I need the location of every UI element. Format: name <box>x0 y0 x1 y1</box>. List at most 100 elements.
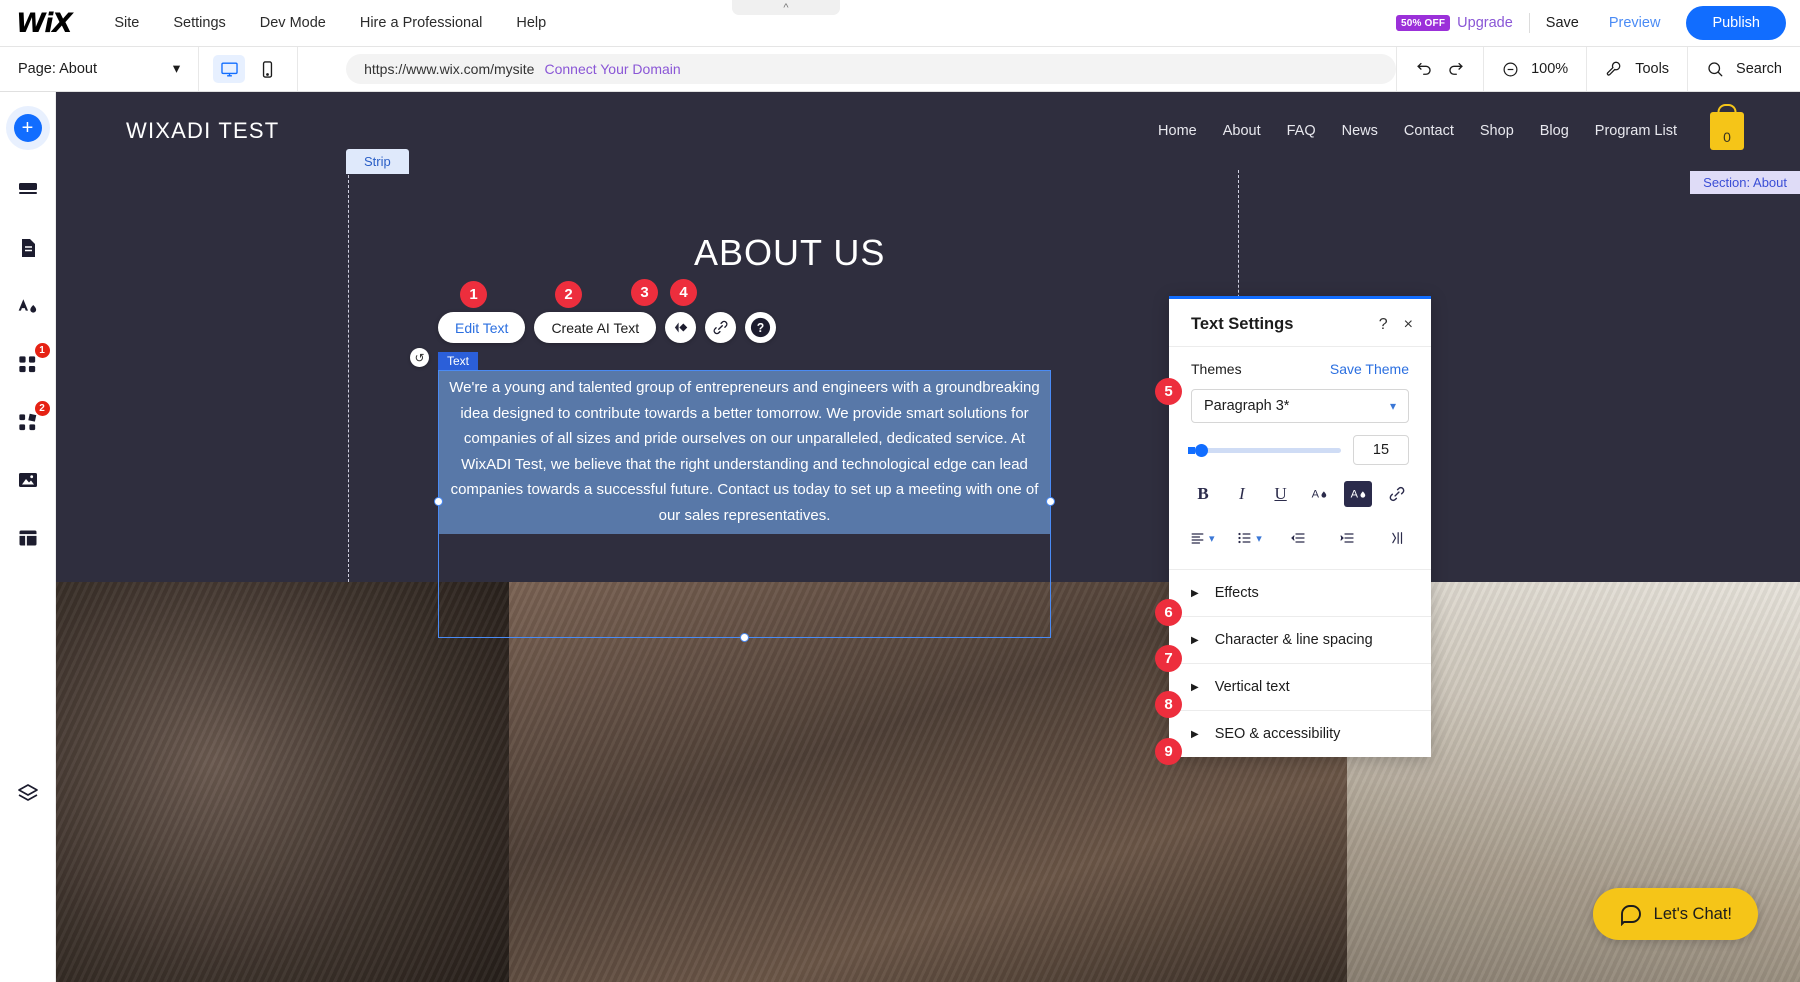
font-size-row: 15 <box>1169 423 1431 465</box>
strip-badge[interactable]: Strip <box>346 149 409 174</box>
edit-text-button[interactable]: Edit Text <box>438 312 526 343</box>
accordion-vertical-text[interactable]: ▶ Vertical text <box>1169 663 1431 710</box>
sidebar-item-pages[interactable] <box>6 226 50 270</box>
panel-title: Text Settings <box>1191 315 1294 333</box>
close-icon[interactable]: × <box>1404 316 1413 334</box>
wix-logo[interactable]: WiX <box>16 8 73 39</box>
sidebar-item-media[interactable] <box>6 458 50 502</box>
help-icon[interactable]: ? <box>745 312 777 343</box>
theme-select[interactable]: Paragraph 3* ▾ <box>1191 389 1409 423</box>
marker-7: 7 <box>1155 645 1182 672</box>
menu-item-dev-mode[interactable]: Dev Mode <box>243 15 343 31</box>
highlight-color-button[interactable]: A <box>1344 481 1373 507</box>
page-selector[interactable]: Page: About ▾ <box>0 47 200 91</box>
accordion-effects[interactable]: ▶ Effects <box>1169 569 1431 616</box>
themes-row: Themes Save Theme <box>1169 347 1431 383</box>
sidebar-item-integrations[interactable]: 2 <box>6 400 50 444</box>
paragraph-format-toolbar: ▾ ▾ <box>1169 521 1431 569</box>
marker-8: 8 <box>1155 691 1182 718</box>
menu-item-hire-a-professional[interactable]: Hire a Professional <box>343 15 500 31</box>
bold-button[interactable]: B <box>1189 481 1217 507</box>
editor-toolbar: Page: About ▾ https://www.wix.com/mysite… <box>0 47 1800 92</box>
chevron-right-icon: ▶ <box>1191 587 1199 599</box>
sidebar-item-layers[interactable] <box>6 772 50 816</box>
mobile-view-button[interactable] <box>251 55 283 83</box>
nav-link-program-list[interactable]: Program List <box>1582 123 1690 139</box>
animation-icon[interactable] <box>665 312 697 343</box>
preview-button[interactable]: Preview <box>1609 15 1661 31</box>
resize-handle-right[interactable] <box>1046 497 1055 506</box>
chat-label: Let's Chat! <box>1653 904 1732 923</box>
accordion-seo-accessibility[interactable]: ▶ SEO & accessibility <box>1169 710 1431 757</box>
increase-indent-button[interactable] <box>1333 525 1361 551</box>
selected-text-block[interactable]: ↺ Text We're a young and talented group … <box>410 348 1055 642</box>
text-selection-box[interactable]: We're a young and talented group of entr… <box>434 370 1055 642</box>
tools-button[interactable]: Tools <box>1586 47 1687 91</box>
marker-1: 1 <box>460 281 487 308</box>
chevron-right-icon: ▶ <box>1191 634 1199 646</box>
slider-knob[interactable] <box>1195 443 1208 457</box>
page-selector-label: Page: About <box>18 61 98 77</box>
nav-link-about[interactable]: About <box>1210 123 1274 139</box>
text-direction-button[interactable] <box>1383 525 1411 551</box>
connect-domain-link[interactable]: Connect Your Domain <box>544 61 680 77</box>
marker-6: 6 <box>1155 599 1182 626</box>
resize-handle-bottom[interactable] <box>739 633 749 642</box>
create-ai-text-button[interactable]: Create AI Text <box>534 312 657 343</box>
sidebar-item-sections[interactable] <box>6 168 50 212</box>
left-sidebar: + 1 2 <box>0 92 56 982</box>
collapse-notch[interactable]: ^ <box>732 0 840 15</box>
menu-item-help[interactable]: Help <box>499 15 563 31</box>
nav-link-shop[interactable]: Shop <box>1467 123 1527 139</box>
menu-item-settings[interactable]: Settings <box>156 15 242 31</box>
section-badge[interactable]: Section: About <box>1690 171 1800 194</box>
italic-button[interactable]: I <box>1228 481 1256 507</box>
upgrade-link[interactable]: Upgrade <box>1457 15 1513 31</box>
bullet-list-button[interactable]: ▾ <box>1236 530 1262 546</box>
accordion-character-line-spacing[interactable]: ▶ Character & line spacing <box>1169 616 1431 663</box>
zoom-out-icon[interactable] <box>1502 61 1519 78</box>
undo-button[interactable] <box>1415 60 1434 79</box>
site-url-bar[interactable]: https://www.wix.com/mysite Connect Your … <box>346 54 1397 84</box>
nav-link-contact[interactable]: Contact <box>1391 123 1467 139</box>
search-button[interactable]: Search <box>1687 47 1800 91</box>
zoom-control[interactable]: 100% <box>1483 47 1586 91</box>
nav-link-news[interactable]: News <box>1329 123 1391 139</box>
save-theme-link[interactable]: Save Theme <box>1330 361 1409 377</box>
text-body[interactable]: We're a young and talented group of entr… <box>439 371 1050 534</box>
help-icon[interactable]: ? <box>1379 316 1388 334</box>
publish-button[interactable]: Publish <box>1686 6 1786 40</box>
underline-button[interactable]: U <box>1267 481 1295 507</box>
site-logo[interactable]: WIXADI TEST <box>126 118 279 144</box>
sidebar-item-add[interactable]: + <box>5 106 50 150</box>
svg-text:A: A <box>1350 488 1358 500</box>
nav-link-faq[interactable]: FAQ <box>1274 123 1329 139</box>
resize-handle-left[interactable] <box>434 497 443 506</box>
chevron-down-icon: ▾ <box>172 61 181 77</box>
nav-link-blog[interactable]: Blog <box>1527 123 1582 139</box>
sidebar-item-theme[interactable] <box>6 284 50 328</box>
sidebar-item-content-manager[interactable] <box>6 516 50 560</box>
gallery-image-1[interactable] <box>56 582 509 982</box>
zoom-level: 100% <box>1531 61 1569 77</box>
sidebar-item-apps[interactable]: 1 <box>6 342 50 386</box>
chat-button[interactable]: Let's Chat! <box>1592 888 1758 940</box>
menu-item-site[interactable]: Site <box>97 15 156 31</box>
decrease-indent-button[interactable] <box>1284 525 1312 551</box>
text-color-button[interactable]: A <box>1305 481 1333 507</box>
cart-icon[interactable]: 0 <box>1710 112 1744 150</box>
rotate-handle-icon[interactable]: ↺ <box>410 348 429 367</box>
integrations-notification-badge: 2 <box>34 401 50 416</box>
svg-text:?: ? <box>757 321 765 335</box>
text-align-button[interactable]: ▾ <box>1189 530 1215 546</box>
nav-link-home[interactable]: Home <box>1145 123 1210 139</box>
desktop-view-button[interactable] <box>213 55 246 83</box>
redo-button[interactable] <box>1446 60 1465 79</box>
chevron-right-icon: ▶ <box>1191 681 1199 693</box>
hero-title[interactable]: ABOUT US <box>694 232 885 274</box>
link-button[interactable] <box>1383 481 1411 507</box>
font-size-slider[interactable] <box>1188 443 1341 457</box>
save-button[interactable]: Save <box>1546 15 1579 31</box>
link-icon[interactable] <box>705 312 737 343</box>
font-size-input[interactable]: 15 <box>1353 435 1409 465</box>
